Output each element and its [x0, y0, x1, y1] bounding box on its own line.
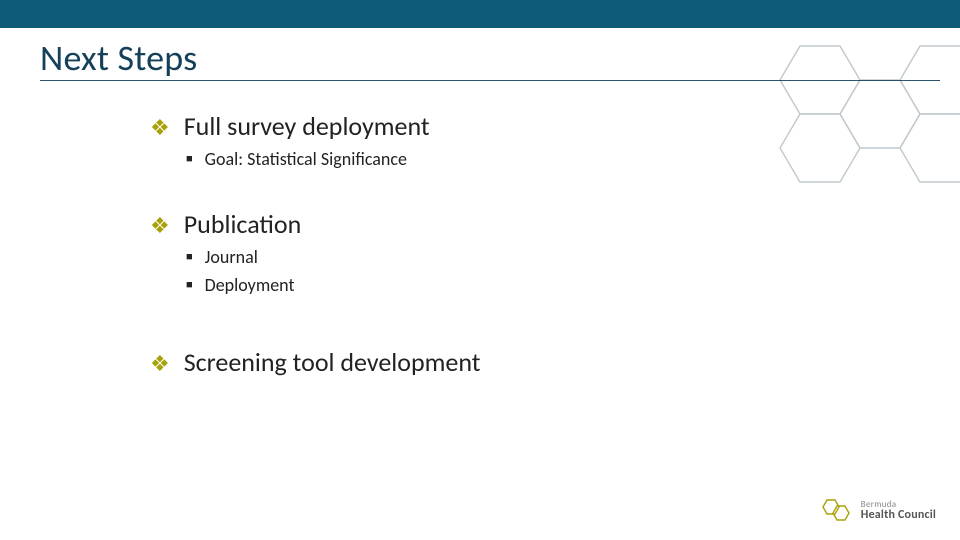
- diamond-icon: ❖: [150, 215, 170, 237]
- bullet-label: Screening tool development: [184, 346, 481, 378]
- list-item: ❖ Full survey deployment: [150, 110, 850, 142]
- list-item: ■ Deployment: [186, 274, 850, 296]
- square-icon: ■: [186, 153, 193, 164]
- bullet-label: Publication: [184, 208, 302, 240]
- title-wrap: Next Steps: [40, 36, 197, 80]
- square-icon: ■: [186, 251, 193, 262]
- list-item: ❖ Screening tool development: [150, 346, 850, 378]
- slide: Next Steps ❖ Full survey deployment ■ Go…: [0, 0, 960, 540]
- footer-logo: Bermuda Health Council: [819, 496, 936, 524]
- diamond-icon: ❖: [150, 117, 170, 139]
- bullet-label: Full survey deployment: [184, 110, 430, 142]
- bullet-label: Journal: [205, 246, 258, 268]
- content-area: ❖ Full survey deployment ■ Goal: Statist…: [150, 102, 850, 382]
- page-title: Next Steps: [40, 36, 197, 80]
- list-item: ■ Journal: [186, 246, 850, 268]
- bullet-label: Deployment: [205, 274, 295, 296]
- logo-text: Bermuda Health Council: [861, 500, 936, 521]
- square-icon: ■: [186, 279, 193, 290]
- diamond-icon: ❖: [150, 353, 170, 375]
- list-item: ❖ Publication: [150, 208, 850, 240]
- title-underline: [40, 80, 940, 81]
- bullet-label: Goal: Statistical Significance: [205, 148, 407, 170]
- logo-icon: [819, 496, 853, 524]
- list-item: ■ Goal: Statistical Significance: [186, 148, 850, 170]
- logo-line2: Health Council: [861, 509, 936, 521]
